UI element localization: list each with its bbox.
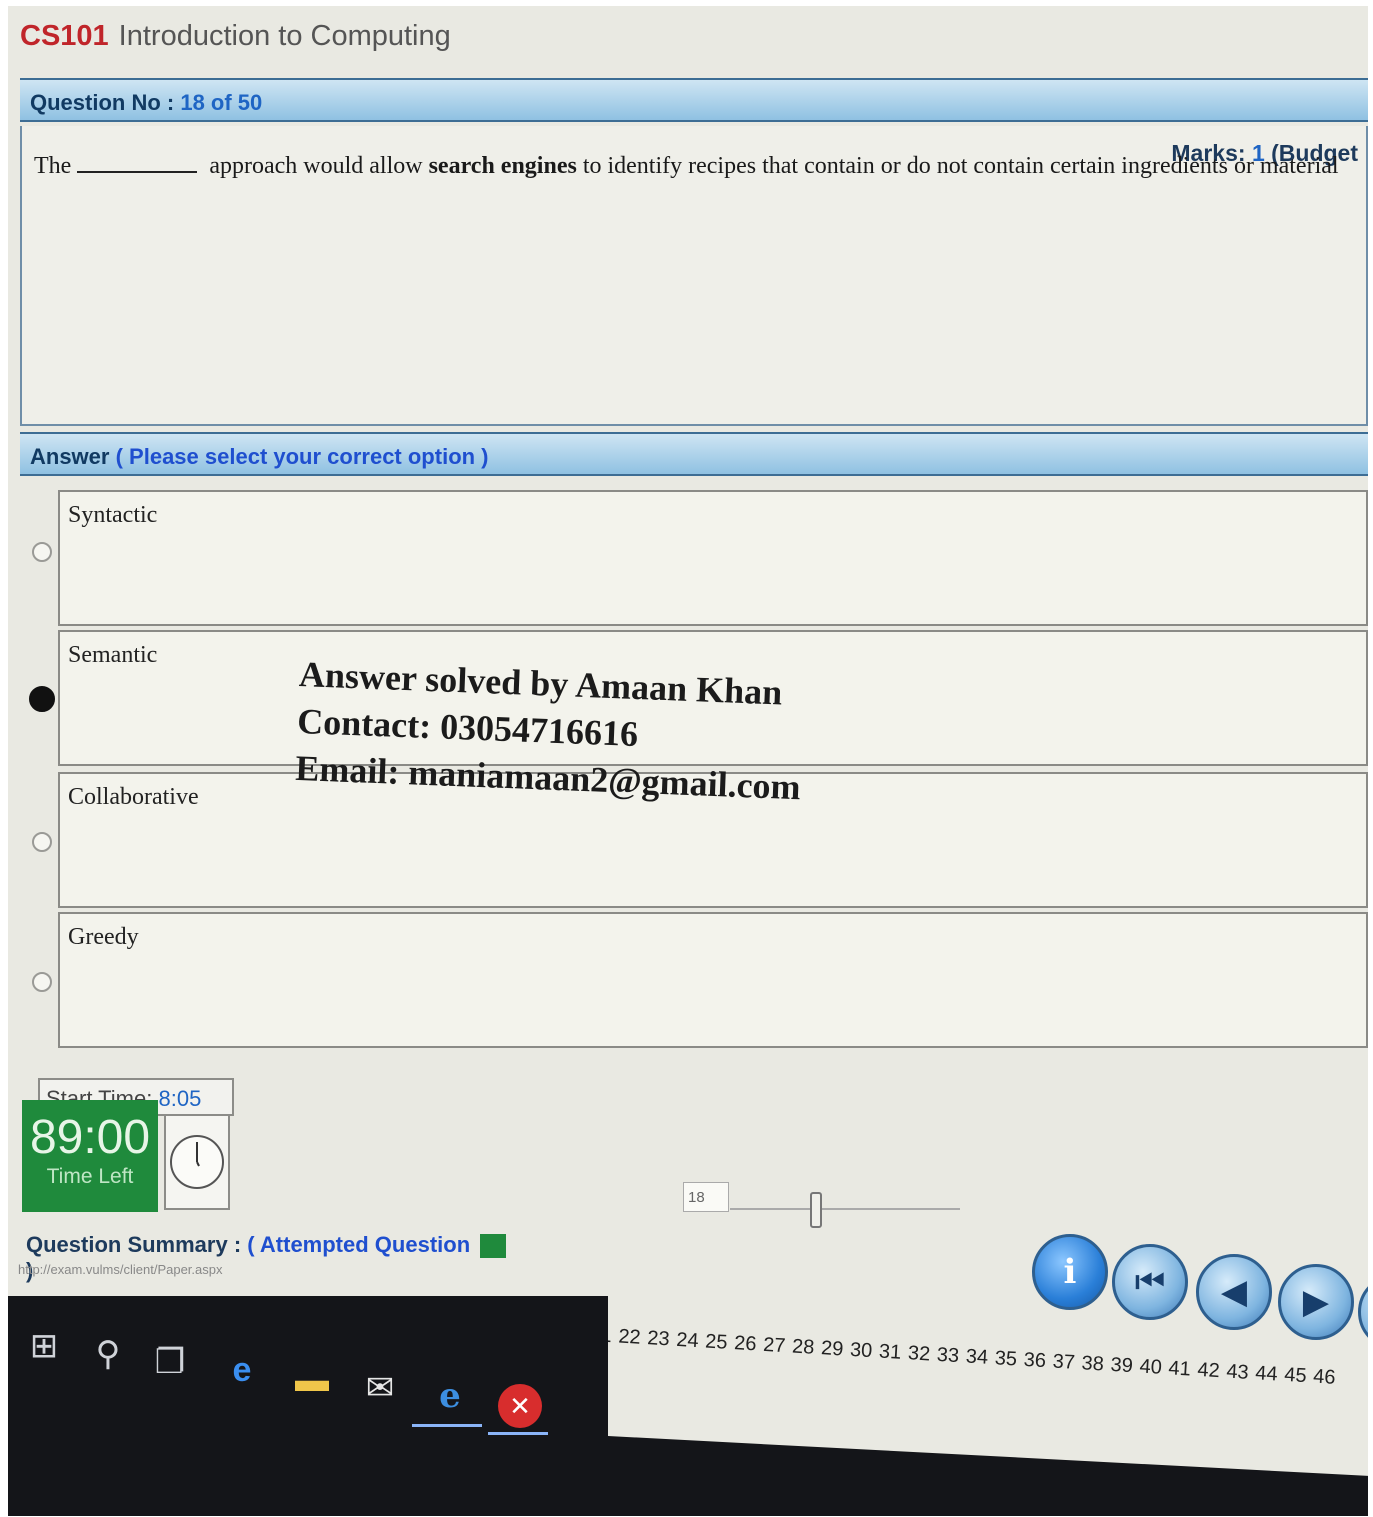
- next-question-icon: ▶: [1302, 1283, 1330, 1321]
- question-link[interactable]: 33: [933, 1340, 963, 1373]
- question-link[interactable]: 25: [701, 1326, 731, 1359]
- overlay-watermark: Answer solved by Amaan Khan Contact: 030…: [295, 651, 805, 811]
- question-slider-track[interactable]: [730, 1208, 960, 1210]
- answer-label: Answer: [30, 444, 110, 469]
- course-code: CS101: [20, 20, 109, 52]
- previous-question-button[interactable]: ◀: [1196, 1254, 1272, 1330]
- edge-icon[interactable]: e: [220, 1348, 264, 1392]
- question-link[interactable]: 28: [788, 1331, 818, 1364]
- windows-taskbar: ⊞ ⚲ ❐ e ▬ ✉ e ✕: [8, 1296, 608, 1516]
- option-greedy[interactable]: Greedy: [58, 912, 1368, 1048]
- question-link[interactable]: 45: [1281, 1360, 1311, 1393]
- summary-label: Question Summary :: [26, 1232, 242, 1257]
- first-question-icon: ⏮: [1134, 1263, 1166, 1301]
- option-radio-collaborative[interactable]: [32, 832, 52, 852]
- question-link[interactable]: 41: [1165, 1353, 1195, 1386]
- option-label: Semantic: [68, 642, 158, 668]
- question-number-label: Question No :: [30, 90, 175, 115]
- info-button[interactable]: i: [1032, 1234, 1108, 1310]
- question-link[interactable]: 22: [615, 1321, 645, 1354]
- question-link[interactable]: 44: [1252, 1358, 1282, 1391]
- question-link[interactable]: 23: [644, 1323, 674, 1356]
- internet-explorer-icon[interactable]: e: [428, 1374, 472, 1418]
- exam-screen: CS101 Introduction to Computing Question …: [8, 6, 1368, 1516]
- task-view-icon[interactable]: ❐: [148, 1340, 192, 1384]
- option-label: Greedy: [68, 924, 139, 950]
- question-link[interactable]: 29: [817, 1333, 847, 1366]
- question-text-bold: search engines: [428, 153, 577, 179]
- attempted-legend-swatch: [480, 1234, 507, 1259]
- question-link[interactable]: 27: [759, 1330, 789, 1363]
- question-link[interactable]: 36: [1020, 1345, 1050, 1378]
- question-link[interactable]: 46: [1309, 1361, 1339, 1394]
- clock-icon: [164, 1114, 230, 1210]
- file-explorer-icon[interactable]: ▬: [290, 1358, 334, 1402]
- time-left-label: Time Left: [46, 1165, 134, 1188]
- mail-icon[interactable]: ✉: [358, 1366, 402, 1410]
- question-slider-value[interactable]: 18: [683, 1182, 729, 1212]
- question-blank: [77, 171, 198, 173]
- question-link[interactable]: 32: [904, 1338, 934, 1371]
- time-left-box: 89:00 Time Left: [22, 1100, 158, 1212]
- question-number-bar: Question No : 18 of 50: [20, 78, 1368, 122]
- option-syntactic[interactable]: Syntactic: [58, 490, 1368, 626]
- status-url: http://exam.vulms/client/Paper.aspx: [18, 1262, 223, 1277]
- course-title: Introduction to Computing: [118, 20, 451, 52]
- question-text-start: The: [34, 153, 72, 179]
- question-text: The approach would allow search engines …: [34, 150, 1356, 184]
- question-panel: Marks: 1 (Budget The approach would allo…: [20, 126, 1368, 426]
- question-link[interactable]: 35: [991, 1343, 1021, 1376]
- question-summary-bar: Question Summary : ( Attempted Question …: [20, 1224, 520, 1283]
- question-link[interactable]: 37: [1049, 1346, 1079, 1379]
- option-radio-greedy[interactable]: [32, 972, 52, 992]
- option-label: Syntactic: [68, 502, 158, 528]
- course-header: CS101 Introduction to Computing: [20, 20, 451, 64]
- question-link[interactable]: 34: [962, 1341, 992, 1374]
- info-icon: i: [1063, 1252, 1077, 1292]
- active-app-indicator: [412, 1424, 482, 1427]
- question-number-value: 18 of 50: [180, 90, 263, 115]
- search-icon[interactable]: ⚲: [86, 1332, 130, 1376]
- time-left-value: 89:00: [29, 1111, 151, 1164]
- previous-question-icon: ◀: [1220, 1273, 1248, 1311]
- question-text-middle: approach would allow: [209, 153, 423, 179]
- next-question-button[interactable]: ▶: [1278, 1264, 1354, 1340]
- question-text-end: to identify recipes that contain or do n…: [582, 153, 1339, 179]
- option-label: Collaborative: [68, 784, 199, 810]
- taskbar-extension: [608, 1436, 1368, 1516]
- option-radio-syntactic[interactable]: [32, 542, 52, 562]
- question-link[interactable]: 30: [846, 1335, 876, 1368]
- last-question-button[interactable]: ⏭: [1358, 1274, 1368, 1350]
- windows-start-icon[interactable]: ⊞: [22, 1324, 66, 1368]
- question-link[interactable]: 38: [1078, 1348, 1108, 1381]
- question-slider-thumb[interactable]: [810, 1192, 822, 1228]
- question-link[interactable]: 26: [730, 1328, 760, 1361]
- question-link[interactable]: 31: [875, 1336, 905, 1369]
- answer-instruction: ( Please select your correct option ): [115, 444, 489, 469]
- question-link[interactable]: 39: [1107, 1350, 1137, 1383]
- error-close-icon[interactable]: ✕: [498, 1384, 542, 1428]
- answer-bar: Answer ( Please select your correct opti…: [20, 432, 1368, 476]
- option-radio-semantic[interactable]: [29, 686, 55, 712]
- question-link[interactable]: 42: [1194, 1355, 1224, 1388]
- attempted-legend-label: ( Attempted Question: [247, 1232, 471, 1257]
- question-link[interactable]: 40: [1136, 1351, 1166, 1384]
- first-question-button[interactable]: ⏮: [1112, 1244, 1188, 1320]
- question-link[interactable]: 43: [1223, 1356, 1253, 1389]
- question-link[interactable]: 24: [673, 1325, 703, 1358]
- active-app-indicator: [488, 1432, 548, 1435]
